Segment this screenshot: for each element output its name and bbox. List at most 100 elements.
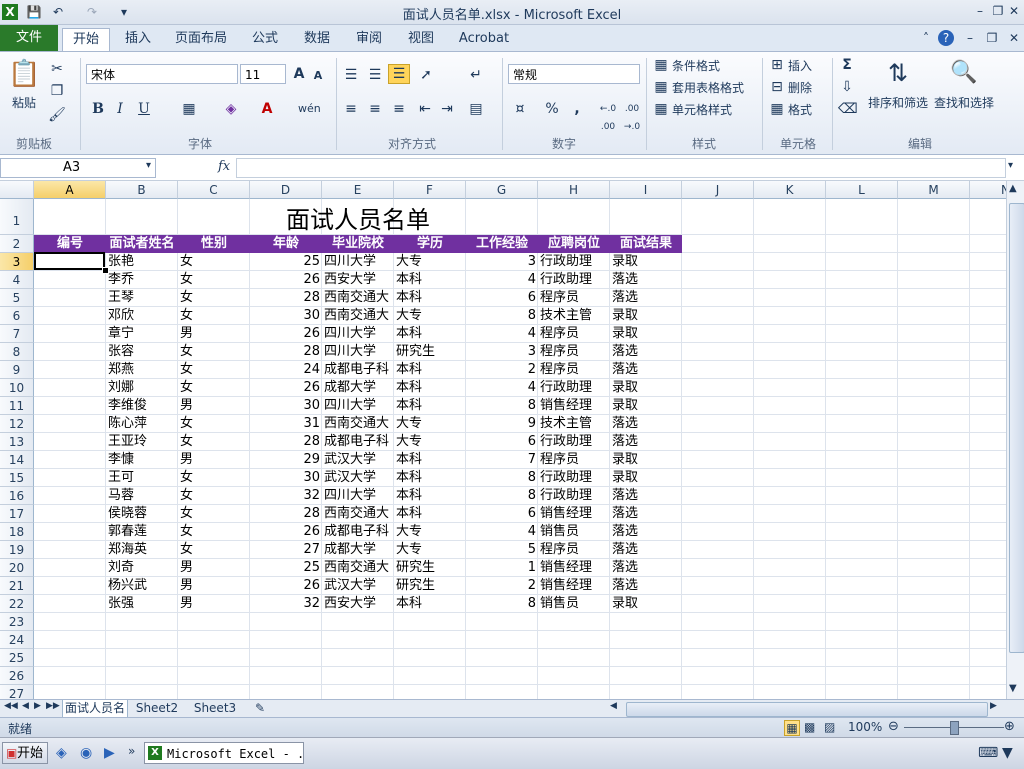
table-cell[interactable]: 张容 bbox=[108, 343, 176, 361]
table-cell[interactable]: 女 bbox=[180, 505, 248, 523]
table-cell[interactable]: 四川大学 bbox=[324, 325, 392, 343]
tab-file[interactable]: 文件 bbox=[0, 25, 58, 51]
table-cell[interactable]: 王亚玲 bbox=[108, 433, 176, 451]
table-cell[interactable]: 8 bbox=[468, 469, 536, 487]
table-cell[interactable]: 程序员 bbox=[540, 541, 608, 559]
column-header-A[interactable]: A bbox=[34, 181, 106, 199]
row-header-19[interactable]: 19 bbox=[0, 541, 34, 559]
column-header-K[interactable]: K bbox=[754, 181, 826, 199]
table-cell[interactable]: 西南交通大 bbox=[324, 415, 392, 433]
align-top-icon[interactable]: ☰ bbox=[342, 66, 360, 84]
column-header-L[interactable]: L bbox=[826, 181, 898, 199]
table-cell[interactable]: 销售经理 bbox=[540, 397, 608, 415]
autosum-button[interactable]: Σ bbox=[838, 56, 856, 74]
next-sheet-icon[interactable]: ▶ bbox=[34, 701, 41, 711]
clear-icon[interactable]: ⌫ bbox=[838, 100, 858, 118]
table-cell[interactable]: 25 bbox=[252, 559, 320, 577]
ribbon-collapse-icon[interactable]: ˄ bbox=[918, 30, 934, 46]
comma-button[interactable]: , bbox=[570, 100, 584, 118]
table-cell[interactable]: 4 bbox=[468, 379, 536, 397]
doc-restore-icon[interactable]: ❐ bbox=[984, 30, 1000, 46]
column-header-N[interactable]: N bbox=[970, 181, 1006, 199]
align-middle-icon[interactable]: ☰ bbox=[366, 66, 384, 84]
table-cell[interactable]: 四川大学 bbox=[324, 487, 392, 505]
prev-sheet-icon[interactable]: ◀ bbox=[22, 701, 29, 711]
table-cell[interactable]: 1 bbox=[468, 559, 536, 577]
table-cell[interactable]: 大专 bbox=[396, 433, 464, 451]
table-cell[interactable]: 28 bbox=[252, 433, 320, 451]
table-cell[interactable]: 落选 bbox=[612, 577, 680, 595]
table-cell[interactable]: 女 bbox=[180, 523, 248, 541]
table-cell[interactable]: 武汉大学 bbox=[324, 469, 392, 487]
table-cell[interactable]: 武汉大学 bbox=[324, 451, 392, 469]
table-cell[interactable]: 女 bbox=[180, 469, 248, 487]
table-cell[interactable]: 西安大学 bbox=[324, 595, 392, 613]
table-cell[interactable]: 女 bbox=[180, 253, 248, 271]
row-header-27[interactable]: 27 bbox=[0, 685, 34, 699]
orientation-icon[interactable]: ➚ bbox=[416, 66, 436, 84]
tab-data[interactable]: 数据 bbox=[298, 28, 336, 50]
tab-formulas[interactable]: 公式 bbox=[246, 28, 284, 50]
table-cell[interactable]: 落选 bbox=[612, 559, 680, 577]
table-cell[interactable]: 行政助理 bbox=[540, 487, 608, 505]
row-header-16[interactable]: 16 bbox=[0, 487, 34, 505]
row-header-15[interactable]: 15 bbox=[0, 469, 34, 487]
row-header-7[interactable]: 7 bbox=[0, 325, 34, 343]
table-cell[interactable]: 录取 bbox=[612, 253, 680, 271]
table-cell[interactable]: 落选 bbox=[612, 541, 680, 559]
phonetic-icon[interactable]: wén bbox=[298, 100, 321, 118]
cut-icon[interactable]: ✂ bbox=[48, 60, 66, 78]
table-cell[interactable]: 26 bbox=[252, 271, 320, 289]
cell-styles-button[interactable]: 单元格样式 bbox=[672, 101, 732, 118]
conditional-format-button[interactable]: 条件格式 bbox=[672, 57, 720, 74]
table-cell[interactable]: 26 bbox=[252, 325, 320, 343]
row-header-6[interactable]: 6 bbox=[0, 307, 34, 325]
column-header-I[interactable]: I bbox=[610, 181, 682, 199]
table-cell[interactable]: 技术主管 bbox=[540, 307, 608, 325]
table-cell[interactable]: 落选 bbox=[612, 523, 680, 541]
table-cell[interactable]: 章宁 bbox=[108, 325, 176, 343]
format-as-table-button[interactable]: 套用表格格式 bbox=[672, 79, 744, 96]
row-header-20[interactable]: 20 bbox=[0, 559, 34, 577]
table-cell[interactable]: 4 bbox=[468, 325, 536, 343]
table-cell[interactable]: 四川大学 bbox=[324, 397, 392, 415]
table-cell[interactable]: 30 bbox=[252, 469, 320, 487]
table-cell[interactable]: 女 bbox=[180, 361, 248, 379]
table-cell[interactable]: 李慷 bbox=[108, 451, 176, 469]
table-cell[interactable]: 男 bbox=[180, 397, 248, 415]
table-cell[interactable]: 女 bbox=[180, 415, 248, 433]
tab-home[interactable]: 开始 bbox=[62, 28, 110, 51]
table-cell[interactable]: 24 bbox=[252, 361, 320, 379]
percent-button[interactable]: % bbox=[544, 100, 560, 118]
table-cell[interactable]: 郑燕 bbox=[108, 361, 176, 379]
currency-icon[interactable]: ¤ bbox=[510, 100, 530, 118]
table-cell[interactable]: 女 bbox=[180, 271, 248, 289]
format-cells-button[interactable]: 格式 bbox=[788, 101, 812, 118]
column-header-H[interactable]: H bbox=[538, 181, 610, 199]
table-cell[interactable]: 本科 bbox=[396, 271, 464, 289]
quicklaunch-browser-icon[interactable]: ◉ bbox=[80, 745, 92, 761]
table-cell[interactable]: 王琴 bbox=[108, 289, 176, 307]
table-cell[interactable]: 李乔 bbox=[108, 271, 176, 289]
increase-indent-icon[interactable]: ⇥ bbox=[438, 100, 456, 118]
row-header-1[interactable]: 1 bbox=[0, 199, 34, 235]
formula-input[interactable] bbox=[236, 158, 1006, 178]
table-cell[interactable]: 女 bbox=[180, 433, 248, 451]
table-cell[interactable]: 落选 bbox=[612, 415, 680, 433]
table-cell[interactable]: 郭春莲 bbox=[108, 523, 176, 541]
table-cell[interactable]: 西南交通大 bbox=[324, 505, 392, 523]
column-header-B[interactable]: B bbox=[106, 181, 178, 199]
table-cell[interactable]: 四川大学 bbox=[324, 253, 392, 271]
tab-page-layout[interactable]: 页面布局 bbox=[170, 28, 232, 50]
scroll-down-icon[interactable]: ▼ bbox=[1009, 683, 1017, 694]
minimize-icon[interactable]: – bbox=[972, 3, 988, 19]
table-cell[interactable]: 杨兴武 bbox=[108, 577, 176, 595]
select-all-corner[interactable] bbox=[0, 181, 34, 199]
table-cell[interactable]: 研究生 bbox=[396, 577, 464, 595]
table-cell[interactable]: 4 bbox=[468, 271, 536, 289]
find-select-button[interactable]: 查找和选择 bbox=[934, 94, 994, 111]
table-cell[interactable]: 成都大学 bbox=[324, 541, 392, 559]
table-cell[interactable]: 6 bbox=[468, 289, 536, 307]
table-cell[interactable]: 销售经理 bbox=[540, 577, 608, 595]
underline-button[interactable]: U bbox=[136, 100, 152, 118]
